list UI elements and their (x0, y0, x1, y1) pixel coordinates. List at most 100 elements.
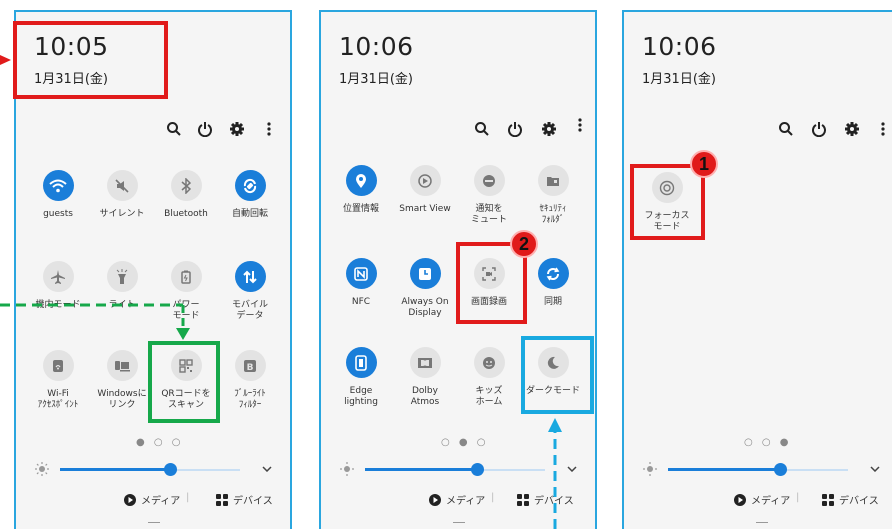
tile-smart-view[interactable]: Smart View (391, 165, 459, 215)
tile-location[interactable]: 位置情報 (327, 165, 395, 215)
dark-mode-highlight-box (521, 336, 594, 414)
tile-power-mode[interactable]: パワー モード (152, 261, 220, 322)
tile-label: ｾｷｭﾘﾃｨ ﾌｫﾙﾀﾞ (539, 204, 567, 225)
devices-label: デバイス (839, 496, 879, 507)
sync-icon (537, 258, 569, 289)
drag-handle[interactable] (148, 522, 160, 523)
kids-home-icon (473, 347, 505, 378)
flashlight-icon (106, 261, 138, 292)
search-icon[interactable] (471, 118, 493, 140)
media-label: メディア (141, 496, 181, 507)
divider: | (186, 492, 190, 503)
tile-always-on-display[interactable]: Always On Display (391, 258, 459, 319)
tile-label: 位置情報 (342, 204, 379, 214)
focus-mode-highlight-box (630, 164, 705, 240)
location-icon (345, 165, 377, 196)
qr-highlight-box (148, 341, 220, 423)
tile-kids-home[interactable]: キッズ ホーム (455, 347, 523, 408)
tile-link-windows[interactable]: Windowsに リンク (88, 350, 156, 411)
tile-hotspot[interactable]: Wi-Fi ｱｸｾｽﾎﾟｲﾝﾄ (24, 350, 92, 411)
tile-label: ﾌﾞﾙｰﾗｲﾄ ﾌｨﾙﾀｰ (234, 389, 266, 410)
drag-handle[interactable] (453, 522, 465, 523)
devices-label: デバイス (233, 496, 273, 507)
more-options-icon[interactable] (258, 118, 280, 140)
tile-label: ライト (108, 300, 136, 310)
tile-label: NFC (351, 297, 371, 307)
tile-label: Wi-Fi ｱｸｾｽﾎﾟｲﾝﾄ (37, 389, 79, 410)
smart-view-icon (409, 165, 441, 196)
devices-button[interactable]: デバイス (822, 492, 879, 507)
tile-blue-light[interactable]: B ﾌﾞﾙｰﾗｲﾄ ﾌｨﾙﾀｰ (216, 350, 284, 411)
clock-date: 1月31日(金) (339, 72, 413, 87)
tile-label: キッズ ホーム (475, 386, 503, 407)
media-label: メディア (446, 496, 486, 507)
devices-button[interactable]: デバイス (216, 492, 273, 507)
more-options-icon[interactable] (872, 118, 892, 140)
brightness-icon (639, 458, 661, 480)
devices-button[interactable]: デバイス (517, 492, 574, 507)
brightness-slider[interactable] (60, 463, 240, 477)
tile-label: 機内モード (35, 300, 81, 310)
play-icon (429, 493, 441, 506)
step-badge-1: 1 (690, 150, 718, 178)
page-indicator: ● ○ ○ (136, 437, 184, 448)
tile-label: Edge lighting (344, 386, 378, 407)
svg-text:B: B (247, 363, 254, 373)
mute-notification-icon (473, 165, 505, 196)
media-button[interactable]: メディア (124, 492, 180, 507)
airplane-icon (42, 261, 74, 292)
tile-bluetooth[interactable]: Bluetooth (152, 170, 220, 220)
tile-label: モバイル データ (231, 300, 268, 321)
search-icon[interactable] (775, 118, 797, 140)
tile-label: Windowsに リンク (97, 389, 147, 410)
power-icon[interactable] (194, 118, 216, 140)
tile-secure-folder[interactable]: ｾｷｭﾘﾃｨ ﾌｫﾙﾀﾞ (519, 165, 587, 226)
gear-icon[interactable] (226, 118, 248, 140)
chevron-down-icon[interactable] (864, 458, 886, 480)
brightness-icon (31, 458, 53, 480)
mute-icon (106, 170, 138, 201)
drag-handle[interactable] (756, 522, 768, 523)
tile-silent[interactable]: サイレント (88, 170, 156, 220)
search-icon[interactable] (163, 118, 185, 140)
tile-flashlight[interactable]: ライト (88, 261, 156, 311)
tile-sync[interactable]: 同期 (519, 258, 587, 308)
page-indicator: ○ ● ○ (441, 437, 489, 448)
chevron-down-icon[interactable] (561, 458, 583, 480)
always-on-display-icon (409, 258, 441, 289)
quick-panel-3: 10:06 1月31日(金) フォーカス モード ○ ○ ● メディア | デバ… (622, 10, 892, 529)
secure-folder-icon (537, 165, 569, 196)
wifi-icon (42, 170, 74, 201)
dolby-icon (409, 347, 441, 378)
power-mode-icon (170, 261, 202, 292)
gear-icon[interactable] (538, 118, 560, 140)
clock-time: 10:06 (642, 32, 717, 61)
tile-dolby-atmos[interactable]: Dolby Atmos (391, 347, 459, 408)
media-button[interactable]: メディア (734, 492, 790, 507)
tile-mute-notifications[interactable]: 通知を ミュート (455, 165, 523, 226)
red-arrow-head (0, 55, 11, 65)
play-icon (124, 493, 136, 506)
nfc-icon (345, 258, 377, 289)
brightness-slider[interactable] (668, 463, 848, 477)
media-button[interactable]: メディア (429, 492, 485, 507)
tile-label: Smart View (399, 204, 451, 214)
brightness-slider[interactable] (365, 463, 545, 477)
tile-airplane[interactable]: 機内モード (24, 261, 92, 311)
tile-auto-rotate[interactable]: 自動回転 (216, 170, 284, 220)
tile-mobile-data[interactable]: モバイル データ (216, 261, 284, 322)
bluetooth-icon (170, 170, 202, 201)
tile-label: 自動回転 (231, 209, 268, 219)
power-icon[interactable] (504, 118, 526, 140)
more-options-icon[interactable] (569, 114, 591, 136)
power-icon[interactable] (808, 118, 830, 140)
divider: | (491, 492, 495, 503)
tile-nfc[interactable]: NFC (327, 258, 395, 308)
tile-label: Always On Display (401, 297, 449, 318)
gear-icon[interactable] (841, 118, 863, 140)
tile-wifi[interactable]: guests (24, 170, 92, 220)
chevron-down-icon[interactable] (256, 458, 278, 480)
tile-edge-lighting[interactable]: Edge lighting (327, 347, 395, 408)
link-windows-icon (106, 350, 138, 381)
tile-label: 通知を ミュート (470, 204, 507, 225)
